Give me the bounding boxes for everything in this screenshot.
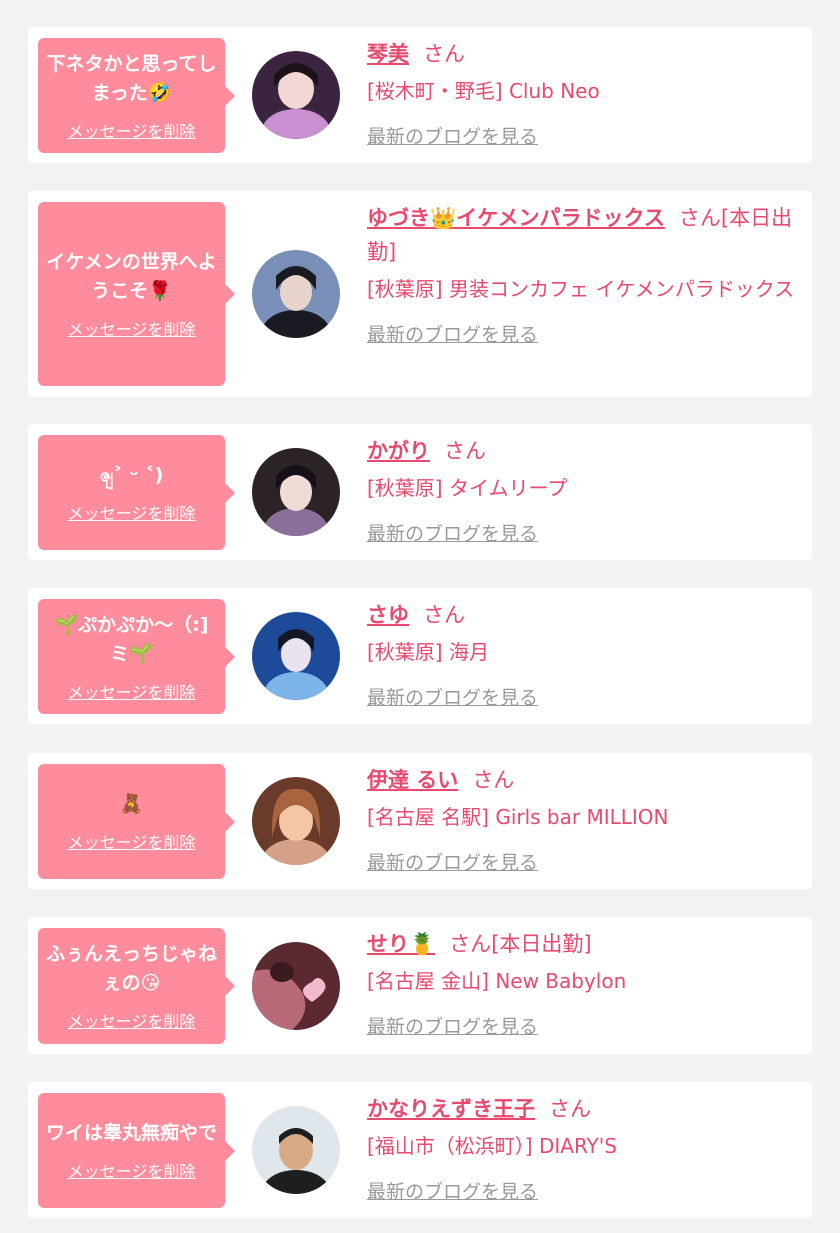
cast-name-link[interactable]: ゆづき👑イケメンパラドックス xyxy=(367,206,665,230)
message-card: 🧸 メッセージを削除 伊達 るい さん [名古屋 名駅] Girls bar MI… xyxy=(28,753,812,889)
message-card: ၛ˃ ᵕ ˂) メッセージを削除 かがり さん [秋葉原] タイムリープ 最新のブ… xyxy=(28,424,812,560)
cast-info: かなりえずき王子 さん [福山市（松浜町）] DIARY'S 最新のブログを見る xyxy=(367,1092,803,1204)
delete-message-link[interactable]: メッセージを削除 xyxy=(68,1158,196,1182)
name-line: 伊達 るい さん xyxy=(367,763,803,797)
name-line: 琴美 さん xyxy=(367,37,803,71)
cast-name-link[interactable]: かなりえずき王子 xyxy=(367,1097,535,1121)
avatar[interactable] xyxy=(252,777,340,865)
shop-info: [桜木町・野毛] Club Neo xyxy=(367,79,600,103)
message-text: 🧸 xyxy=(119,793,144,815)
shop-info: [名古屋 名駅] Girls bar MILLION xyxy=(367,805,669,829)
delete-message-link[interactable]: メッセージを削除 xyxy=(68,1008,196,1032)
cast-name-link[interactable]: 琴美 xyxy=(367,42,409,66)
cast-name-link[interactable]: 伊達 るい xyxy=(367,768,458,792)
cast-info: かがり さん [秋葉原] タイムリープ 最新のブログを見る xyxy=(367,434,803,546)
message-text: ワイは睾丸無痴やで xyxy=(46,1122,218,1144)
delete-message-link[interactable]: メッセージを削除 xyxy=(68,829,196,853)
name-line: かがり さん xyxy=(367,434,803,468)
latest-blog-link[interactable]: 最新のブログを見る xyxy=(367,1177,538,1204)
message-card: 下ネタかと思ってしまった🤣 メッセージを削除 琴美 さん [桜木町・野毛] Clu… xyxy=(28,27,812,163)
name-line: せり🍍 さん[本日出勤] xyxy=(367,927,803,961)
message-list: 下ネタかと思ってしまった🤣 メッセージを削除 琴美 さん [桜木町・野毛] Clu… xyxy=(0,0,840,1233)
message-text: ふぅんえっちじゃねぇの😘 xyxy=(46,943,218,994)
avatar-photo xyxy=(252,777,340,865)
message-bubble: イケメンの世界へようこそ🌹 メッセージを削除 xyxy=(38,202,235,386)
cast-name-link[interactable]: せり🍍 xyxy=(367,932,435,956)
cast-name-link[interactable]: かがり xyxy=(367,439,430,463)
avatar-photo xyxy=(252,250,340,338)
latest-blog-link[interactable]: 最新のブログを見る xyxy=(367,519,538,546)
san-label: さん xyxy=(549,1097,591,1121)
message-bubble: ၛ˃ ᵕ ˂) メッセージを削除 xyxy=(38,435,235,550)
san-label: さん xyxy=(423,603,465,627)
san-label: さん[本日出勤] xyxy=(449,932,592,956)
shop-info: [秋葉原] 海月 xyxy=(367,640,489,664)
message-card: 🌱ぷかぷか～（:]ミ🌱 メッセージを削除 さゆ さん [秋葉原] 海月 最新のブロ… xyxy=(28,588,812,724)
san-label: さん xyxy=(423,42,465,66)
san-label: さん xyxy=(444,439,486,463)
cast-name-link[interactable]: さゆ xyxy=(367,603,409,627)
delete-message-link[interactable]: メッセージを削除 xyxy=(68,500,196,524)
message-text: 下ネタかと思ってしまった🤣 xyxy=(46,52,217,104)
latest-blog-link[interactable]: 最新のブログを見る xyxy=(367,1012,538,1039)
cast-info: 琴美 さん [桜木町・野毛] Club Neo 最新のブログを見る xyxy=(367,37,803,149)
delete-message-link[interactable]: メッセージを削除 xyxy=(68,316,196,340)
avatar[interactable] xyxy=(252,1106,340,1194)
san-label: さん xyxy=(472,768,515,792)
avatar-photo xyxy=(252,448,340,536)
message-card: ワイは睾丸無痴やで メッセージを削除 かなりえずき王子 さん [福山市（松浜町）]… xyxy=(28,1082,812,1218)
name-line: さゆ さん xyxy=(367,598,803,632)
message-bubble: 🧸 メッセージを削除 xyxy=(38,764,235,879)
latest-blog-link[interactable]: 最新のブログを見る xyxy=(367,320,538,347)
avatar-photo xyxy=(252,1106,340,1194)
avatar[interactable] xyxy=(252,250,340,338)
delete-message-link[interactable]: メッセージを削除 xyxy=(68,118,196,142)
message-card: ふぅんえっちじゃねぇの😘 メッセージを削除 せり🍍 さん[本日出勤] [名古屋 金… xyxy=(28,917,812,1054)
avatar[interactable] xyxy=(252,942,340,1030)
message-text: ၛ˃ ᵕ ˂) xyxy=(99,464,164,486)
shop-info: [秋葉原] タイムリープ xyxy=(367,476,568,500)
message-bubble: ふぅんえっちじゃねぇの😘 メッセージを削除 xyxy=(38,928,235,1044)
shop-info: [名古屋 金山] New Babylon xyxy=(367,969,627,993)
avatar[interactable] xyxy=(252,612,340,700)
latest-blog-link[interactable]: 最新のブログを見る xyxy=(367,122,538,149)
message-bubble: 🌱ぷかぷか～（:]ミ🌱 メッセージを削除 xyxy=(38,599,235,714)
avatar[interactable] xyxy=(252,51,340,139)
cast-info: さゆ さん [秋葉原] 海月 最新のブログを見る xyxy=(367,598,803,710)
message-bubble: 下ネタかと思ってしまった🤣 メッセージを削除 xyxy=(38,38,235,153)
avatar-photo xyxy=(252,612,340,700)
cast-info: ゆづき👑イケメンパラドックス さん[本日出勤] [秋葉原] 男装コンカフェ イケメ… xyxy=(367,201,803,347)
avatar[interactable] xyxy=(252,448,340,536)
name-line: ゆづき👑イケメンパラドックス さん[本日出勤] xyxy=(367,201,803,269)
delete-message-link[interactable]: メッセージを削除 xyxy=(68,679,196,703)
message-card: イケメンの世界へようこそ🌹 メッセージを削除 ゆづき👑イケメンパラドックス さん[… xyxy=(28,191,812,397)
message-text: 🌱ぷかぷか～（:]ミ🌱 xyxy=(54,613,209,665)
message-bubble: ワイは睾丸無痴やで メッセージを削除 xyxy=(38,1093,235,1208)
name-line: かなりえずき王子 さん xyxy=(367,1092,803,1126)
avatar-photo xyxy=(252,942,340,1030)
cast-info: 伊達 るい さん [名古屋 名駅] Girls bar MILLION 最新のブロ… xyxy=(367,763,803,875)
shop-info: [秋葉原] 男装コンカフェ イケメンパラドックス xyxy=(367,277,795,301)
message-text: イケメンの世界へようこそ🌹 xyxy=(46,251,217,302)
shop-info: [福山市（松浜町）] DIARY'S xyxy=(367,1134,617,1158)
latest-blog-link[interactable]: 最新のブログを見る xyxy=(367,683,538,710)
avatar-photo xyxy=(252,51,340,139)
cast-info: せり🍍 さん[本日出勤] [名古屋 金山] New Babylon 最新のブログを… xyxy=(367,927,803,1039)
latest-blog-link[interactable]: 最新のブログを見る xyxy=(367,848,538,875)
